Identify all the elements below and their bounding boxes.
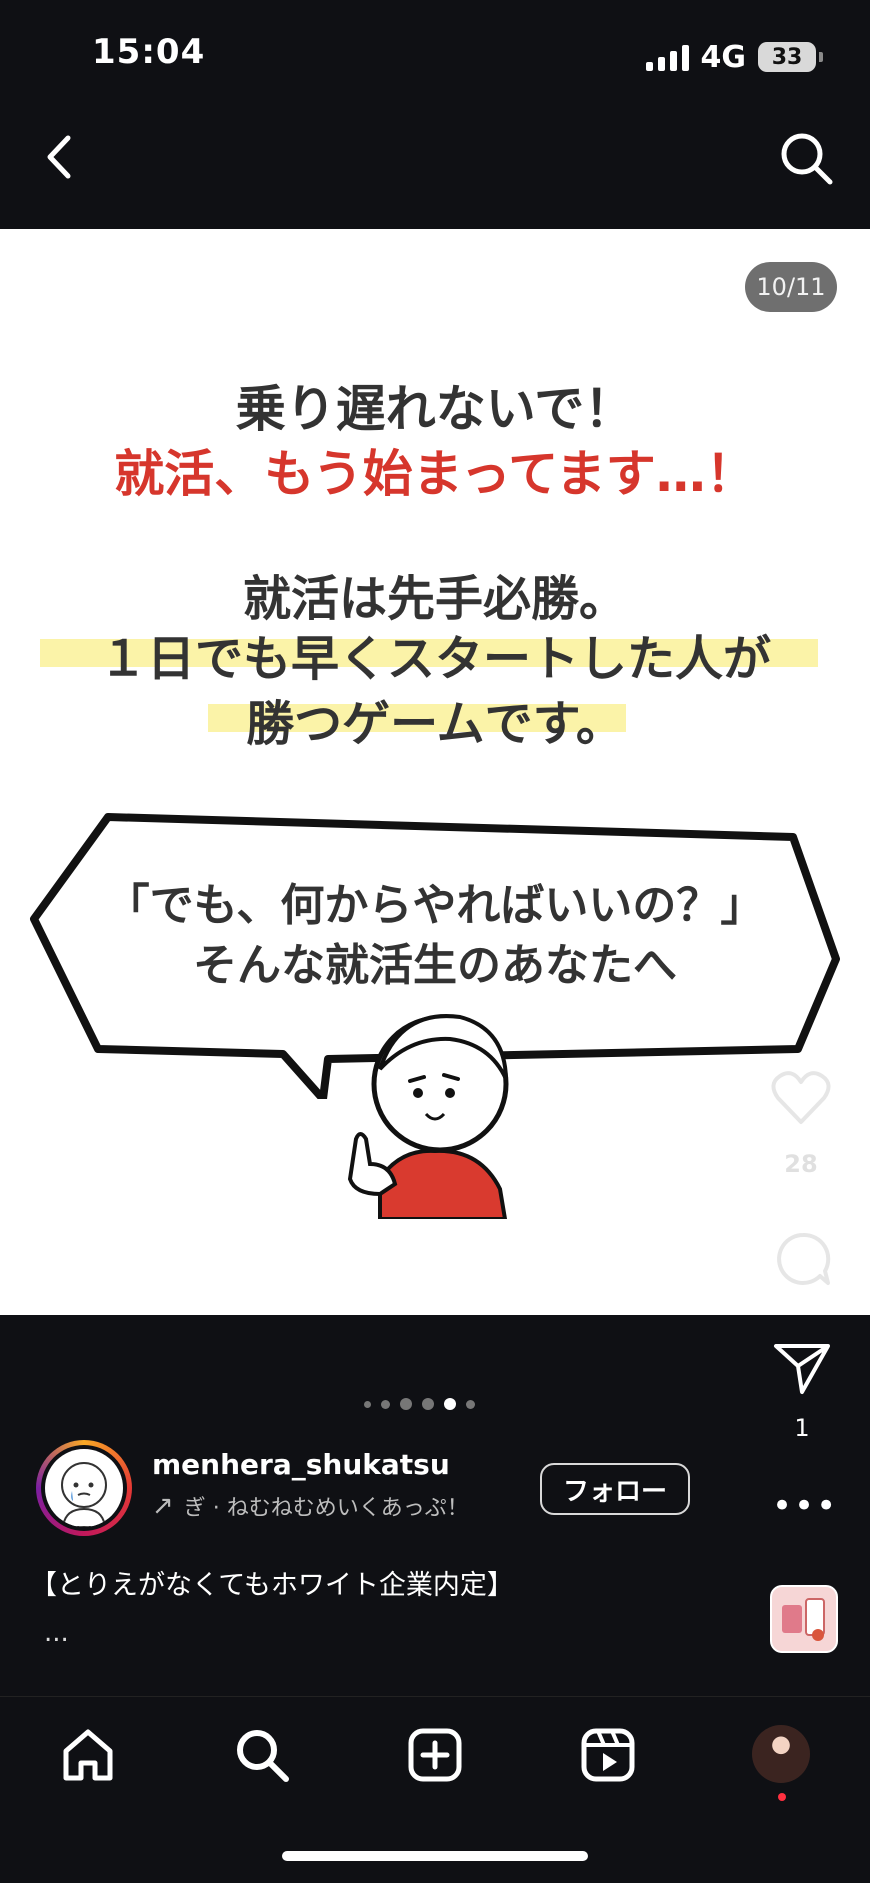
home-icon[interactable] <box>58 1725 118 1785</box>
character-illustration <box>347 1014 509 1219</box>
carousel-dot <box>364 1400 371 1408</box>
carousel-dot <box>422 1398 434 1410</box>
slide-heading: 乗り遅れないで！ <box>235 380 635 438</box>
more-icon[interactable]: ••• <box>772 1489 836 1523</box>
reel-thumbnail[interactable] <box>770 1585 838 1653</box>
bottom-nav <box>0 1696 870 1883</box>
status-time: 15:04 <box>92 32 206 72</box>
add-icon[interactable] <box>405 1725 465 1785</box>
carousel-dot-active <box>444 1398 456 1410</box>
trend-arrow-icon: ↗ <box>152 1491 174 1521</box>
network-type: 4G <box>700 39 747 75</box>
bubble-text: そんな就活生のあなたへ <box>193 940 677 991</box>
bubble-text: 「でも、何からやればいいの？」 <box>105 880 765 931</box>
battery-level: 33 <box>771 44 803 70</box>
slide-text-line: １日でも早くスタートした人が <box>98 631 771 687</box>
signal-icon <box>645 43 689 71</box>
back-icon[interactable] <box>38 132 82 182</box>
carousel-dot <box>381 1399 390 1409</box>
follow-button[interactable]: フォロー <box>540 1463 690 1515</box>
author-avatar[interactable] <box>36 1440 132 1536</box>
post-image[interactable]: 10/11 乗り遅れないで！ 就活、もう始まってます…！ 就活は先手必勝。 １日… <box>0 229 870 1315</box>
battery-icon: 33 <box>758 42 823 72</box>
search-nav-icon[interactable] <box>232 1725 292 1785</box>
comment-icon[interactable] <box>774 1230 832 1288</box>
profile-avatar[interactable] <box>752 1725 810 1783</box>
slide-subheading: 就活、もう始まってます…！ <box>114 445 756 503</box>
slide-counter: 10/11 <box>745 262 837 312</box>
status-indicators: 4G 33 <box>645 39 823 75</box>
search-icon[interactable] <box>778 130 836 188</box>
home-indicator <box>282 1851 588 1861</box>
caption-text[interactable]: 【とりえがなくてもホワイト企業内定】 <box>30 1563 514 1602</box>
notification-dot <box>778 1793 786 1801</box>
like-count: 28 <box>784 1150 818 1178</box>
carousel-dot <box>400 1398 412 1410</box>
carousel-dot <box>466 1399 475 1409</box>
music-title: ぎ · ねむねむめいくあっぷ！ <box>183 1496 469 1521</box>
music-info[interactable]: ↗ ぎ · ねむねむめいくあっぷ！ <box>152 1490 469 1522</box>
slide-text-line: 勝つゲームです。 <box>246 696 624 752</box>
carousel-dots <box>364 1398 475 1410</box>
heart-icon[interactable] <box>770 1070 832 1126</box>
share-icon[interactable] <box>772 1340 832 1396</box>
author-username[interactable]: menhera_shukatsu <box>152 1448 450 1481</box>
reels-icon[interactable] <box>578 1725 638 1785</box>
caption-more[interactable]: ... <box>44 1618 69 1648</box>
share-count: 1 <box>794 1414 810 1442</box>
